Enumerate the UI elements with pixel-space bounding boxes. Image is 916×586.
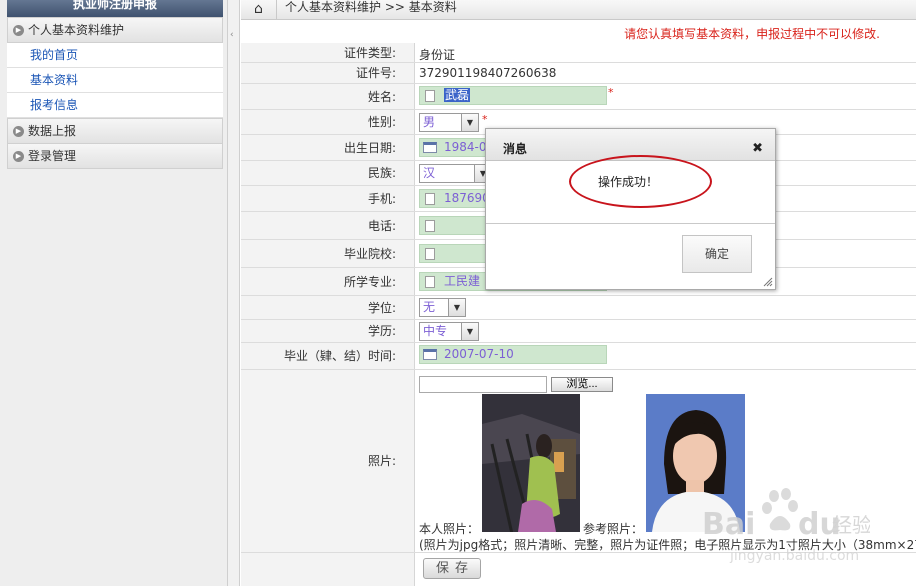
degree-value: 无 [423,300,436,314]
actions-label-cell [241,553,415,586]
notice-text: 请您认真填写基本资料，申报过程中不可以修改. [624,27,880,41]
document-icon [425,220,435,232]
ethnicity-select[interactable]: 汉 ▼ [419,164,492,183]
education-select[interactable]: 中专 ▼ [419,322,479,341]
calendar-icon [423,349,437,360]
sidebar-group-label: 个人基本资料维护 [28,23,125,37]
dialog-message: 操作成功！ [598,175,659,189]
close-icon[interactable]: ✖ [752,142,763,156]
degree-label: 学位: [241,296,415,319]
phone-label: 电话: [241,212,415,239]
svg-text:经验: 经验 [832,513,870,537]
sidebar-group-data-report[interactable]: ▶ 数据上报 [7,118,223,144]
reference-photo-caption: 参考照片： [583,522,644,536]
expand-circle-icon: ▶ [13,25,24,36]
gender-select[interactable]: 男 ▼ [419,113,479,132]
document-icon [425,90,435,102]
grad-time-input[interactable]: 2007-07-10 [419,345,607,364]
document-icon [425,276,435,288]
row-education: 学历: [241,320,916,343]
grad-time-label: 毕业（肄、结）时间: [241,343,415,369]
svg-text:jingyan.baidu.com: jingyan.baidu.com [729,548,859,564]
grad-time-value: 2007-07-10 [444,347,514,361]
message-dialog: 消息 ✖ 操作成功！ 确定 [485,128,776,290]
sidebar-group-personal-info[interactable]: ▶ 个人基本资料维护 [7,17,223,43]
home-icon[interactable]: ⌂ [241,0,277,20]
calendar-icon [423,142,437,153]
self-photo [482,394,580,532]
education-label: 学历: [241,320,415,342]
sidebar-group-label: 数据上报 [28,124,77,138]
resize-grip-icon[interactable] [763,277,773,287]
name-value: 武磊 [444,88,471,102]
ethnicity-label: 民族: [241,161,415,185]
breadcrumb: 个人基本资料维护 >> 基本资料 [285,0,457,14]
education-value: 中专 [423,324,448,338]
chevron-left-icon: ‹ [230,30,234,40]
required-mark: * [482,113,488,126]
self-photo-caption: 本人照片： [419,522,480,536]
id-type-label: 证件类型: [241,43,415,62]
school-label: 毕业院校: [241,240,415,267]
degree-select[interactable]: 无 ▼ [419,298,466,317]
birth-label: 出生日期: [241,135,415,160]
required-mark: * [608,86,614,99]
sidebar-item-home[interactable]: 我的首页 [7,43,223,68]
ethnicity-value: 汉 [423,166,436,180]
mobile-label: 手机: [241,186,415,211]
major-label: 所学专业: [241,268,415,295]
sidebar-item-basic-info[interactable]: 基本资料 [7,68,223,93]
gender-label: 性别: [241,110,415,134]
name-input[interactable]: 武磊 [419,86,607,105]
sidebar-title: 执业师注册申报 [7,0,223,17]
baidu-paw-logo: Bai du 经验 jingyan.baidu.com [702,488,872,564]
sidebar-group-login-manage[interactable]: ▶ 登录管理 [7,143,223,169]
sidebar-item-exam-info[interactable]: 报考信息 [7,93,223,118]
dropdown-arrow-icon: ▼ [448,299,465,316]
row-id-type: 证件类型: 身份证 [241,43,916,63]
mobile-value: 187690 [444,191,490,205]
photo-label: 照片: [241,370,415,552]
dropdown-arrow-icon: ▼ [461,323,478,340]
browse-button[interactable]: 浏览... [551,377,613,392]
photo-file-input[interactable] [419,376,547,393]
gender-value: 男 [423,115,436,129]
self-photo-image [482,394,580,532]
save-button[interactable]: 保存 [423,558,481,579]
id-type-value: 身份证 [419,48,456,62]
row-id-number: 证件号: 372901198407260638 [241,63,916,84]
document-icon [425,193,435,205]
id-number-value: 372901198407260638 [419,66,557,80]
sidebar: 执业师注册申报 ▶ 个人基本资料维护 我的首页 基本资料 报考信息 ▶ 数据上报… [0,0,228,586]
sidebar-group-label: 登录管理 [28,149,77,163]
sidebar-collapse-handle[interactable]: ‹ [228,0,240,586]
baidu-jingyan-watermark: Bai du 经验 jingyan.baidu.com [700,486,872,566]
expand-circle-icon: ▶ [13,151,24,162]
document-icon [425,248,435,260]
svg-text:Bai: Bai [702,507,755,542]
name-label: 姓名: [241,84,415,109]
breadcrumb-bar: ⌂ 个人基本资料维护 >> 基本资料 [241,0,916,20]
id-number-label: 证件号: [241,63,415,83]
dropdown-arrow-icon: ▼ [461,114,478,131]
ok-button[interactable]: 确定 [682,235,752,273]
expand-circle-icon: ▶ [13,126,24,137]
dialog-divider [486,223,775,224]
row-degree: 学位: [241,296,916,320]
major-value: 工民建 [444,274,481,288]
